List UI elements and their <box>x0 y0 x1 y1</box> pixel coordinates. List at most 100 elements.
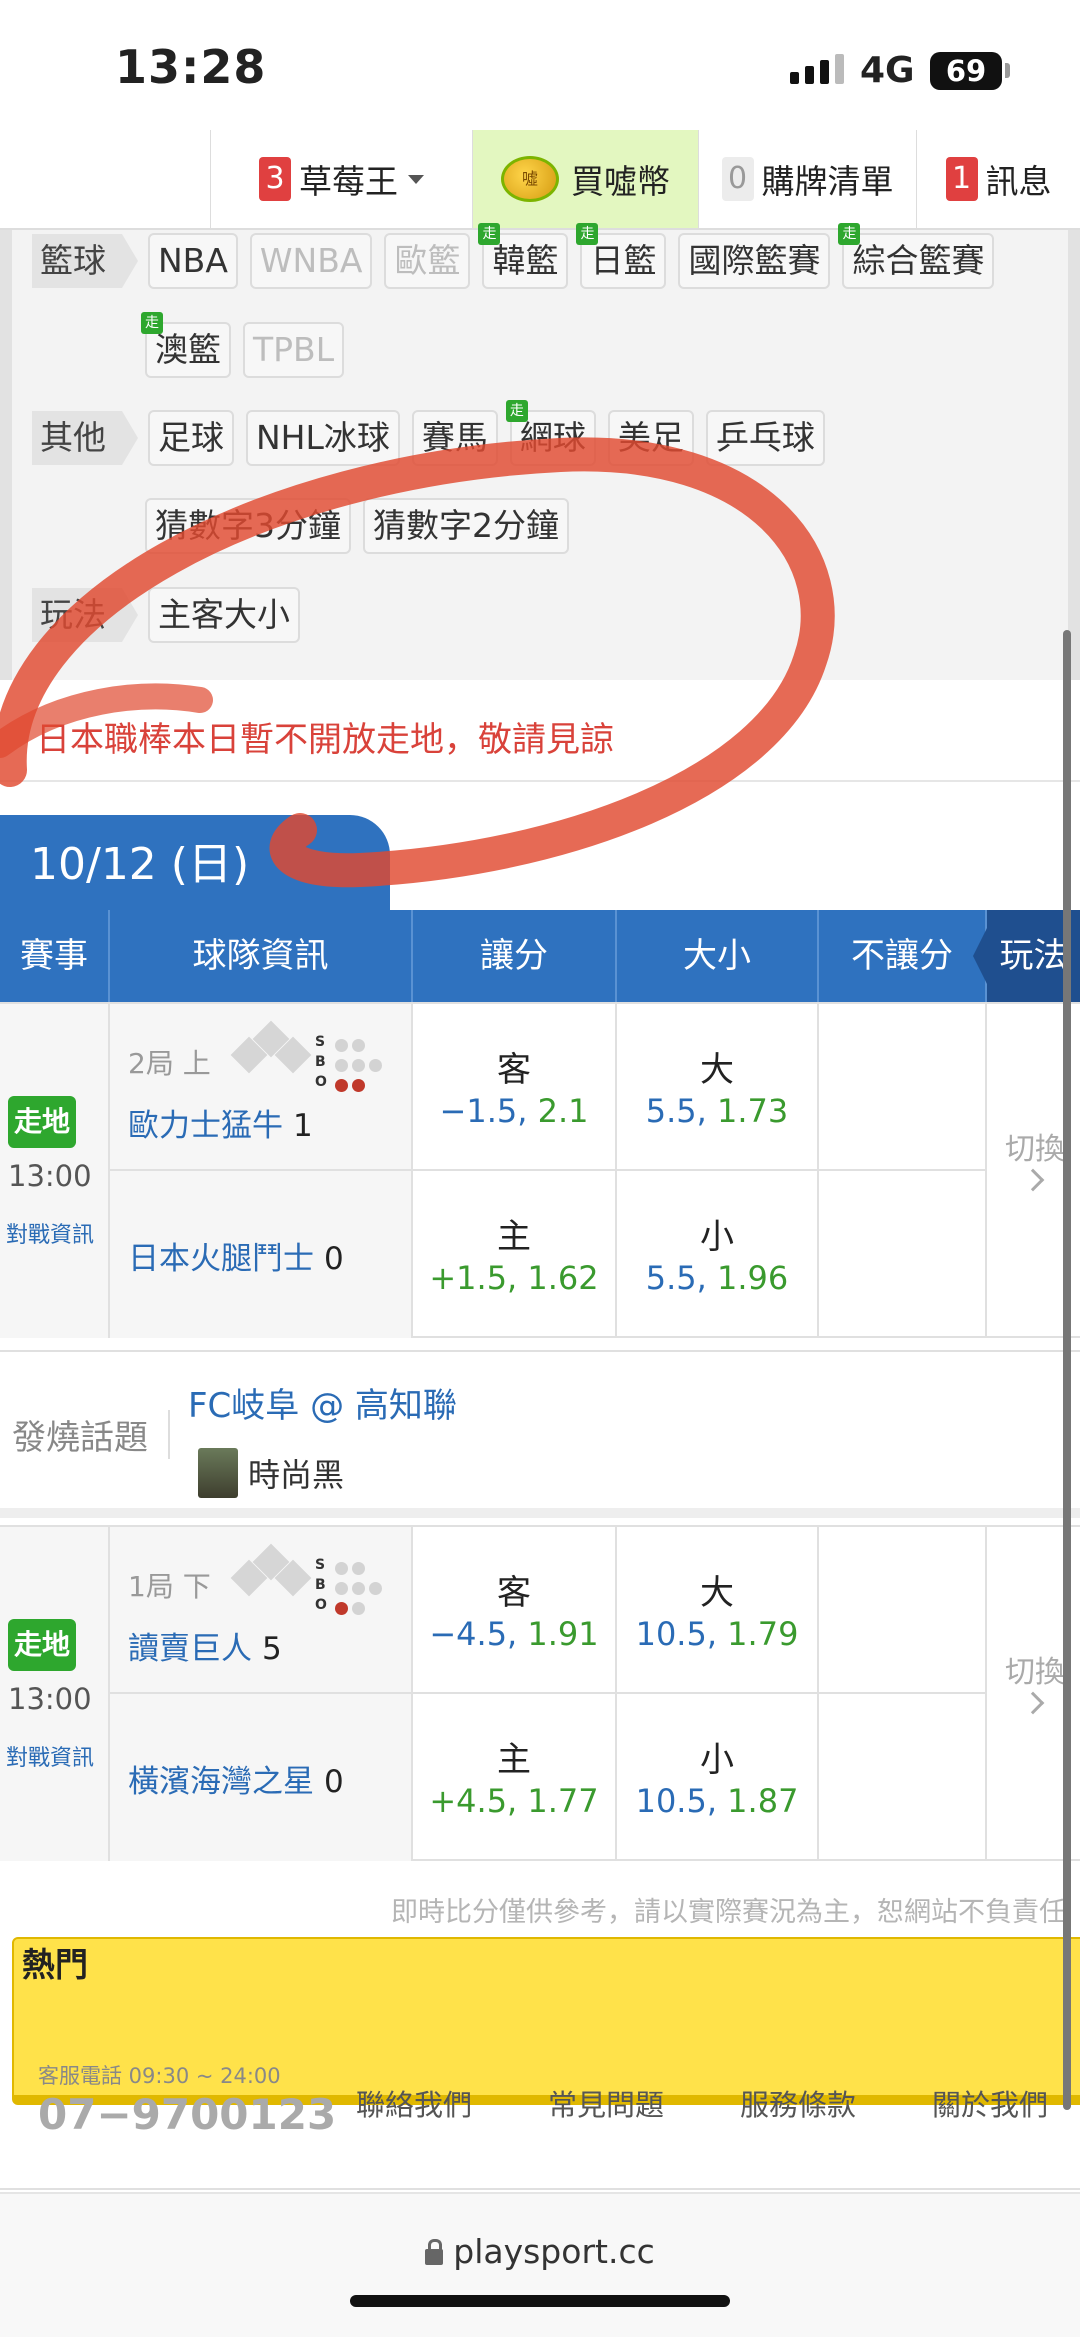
chevron-down-icon <box>408 174 424 184</box>
moneyline-cell <box>819 1527 987 1694</box>
chip-nhl[interactable]: NHL冰球 <box>246 410 400 466</box>
chip-misc-basketball[interactable]: 走綜合籃賽 <box>838 223 995 289</box>
footer-link-terms[interactable]: 服務條款 <box>740 2082 856 2124</box>
live-walk-icon: 走 <box>505 400 528 422</box>
home-score: 0 <box>324 1764 344 1800</box>
moneyline-cell <box>819 1004 987 1171</box>
chip-intl-basketball[interactable]: 國際籃賽 <box>678 233 831 289</box>
away-team-name[interactable]: 歐力士猛牛 1 <box>128 1100 313 1145</box>
play-label: 玩法 <box>32 588 138 642</box>
service-hours: 客服電話 09:30 ~ 24:00 <box>38 2064 281 2088</box>
signal-icon <box>790 54 844 84</box>
game-time: 13:00 <box>8 1159 92 1193</box>
game-row: 走地 13:00 對戰資訊 2局 上 SBO 歐力士猛牛 1 日本火腿鬥士 0 客 … <box>0 1002 1080 1338</box>
chip-bleague[interactable]: 走日籃 <box>576 223 667 289</box>
url-text: playsport.cc <box>453 2232 655 2271</box>
hot-topic-title[interactable]: FC岐阜 @ 高知聯 <box>188 1378 457 1427</box>
sport-filter-panel: 籃球 NBA WNBA 歐籃 走韓籃 走日籃 國際籃賽 走綜合籃賽 走澳籃 TP… <box>0 223 1080 2105</box>
other-row-2: 猜數字3分鐘 猜數字2分鐘 <box>145 498 581 554</box>
chip-football[interactable]: 美足 <box>607 410 694 466</box>
buy-coin-button[interactable]: 噓 買噓幣 <box>472 130 698 228</box>
chip-guess-2min[interactable]: 猜數字2分鐘 <box>363 498 569 554</box>
away-score: 5 <box>262 1631 282 1667</box>
lock-icon <box>425 2239 444 2265</box>
live-notice: 日本職棒本日暫不開放走地，敬請見諒 <box>36 720 614 760</box>
messages-button[interactable]: 1 訊息 <box>916 130 1080 228</box>
home-indicator[interactable] <box>350 2295 730 2307</box>
spread-home-odds[interactable]: 主 +4.5, 1.77 <box>413 1694 617 1861</box>
matchup-info-link[interactable]: 對戰資訊 <box>6 1217 94 1249</box>
chip-tpbl[interactable]: TPBL <box>243 322 345 378</box>
chip-kbl[interactable]: 走韓籃 <box>478 223 569 289</box>
sbo-letters: SBO <box>315 1034 327 1090</box>
hot-topic-author[interactable]: 時尚黑 <box>198 1448 344 1498</box>
game-meta: 走地 13:00 對戰資訊 <box>0 1004 110 1338</box>
basketball-row: 籃球 NBA WNBA 歐籃 走韓籃 走日籃 國際籃賽 走綜合籃賽 <box>12 223 1006 289</box>
spread-home-odds[interactable]: 主 +1.5, 1.62 <box>413 1171 617 1338</box>
cart-label: 購牌清單 <box>761 162 894 201</box>
footer-link-faq[interactable]: 常見問題 <box>548 2082 664 2124</box>
away-team-name[interactable]: 讀賣巨人 5 <box>128 1623 282 1668</box>
sbo-count-icon <box>335 1035 382 1095</box>
total-under-odds[interactable]: 小 10.5, 1.87 <box>617 1694 819 1861</box>
moneyline-cell <box>819 1171 987 1338</box>
total-over-odds[interactable]: 大 5.5, 1.73 <box>617 1004 819 1171</box>
browser-url-bar[interactable]: playsport.cc <box>0 2192 1080 2337</box>
battery-icon: 69 <box>930 52 1002 90</box>
chip-table-tennis[interactable]: 乒乓球 <box>705 410 825 466</box>
header-total: 大小 <box>617 910 819 1002</box>
other-row: 其他 足球 NHL冰球 賽馬 走網球 美足 乒乓球 <box>12 400 837 466</box>
chip-home-away-total[interactable]: 主客大小 <box>148 587 300 643</box>
chip-guess-3min[interactable]: 猜數字3分鐘 <box>145 498 351 554</box>
switch-button[interactable]: 切換 <box>1005 1124 1065 1168</box>
scrollbar[interactable] <box>1063 630 1071 2110</box>
divider <box>0 780 1080 782</box>
live-walk-icon: 走 <box>478 223 501 245</box>
status-bar: 13:28 4G 69 <box>0 0 1080 130</box>
live-badge: 走地 <box>8 1619 77 1671</box>
cart-button[interactable]: 0 購牌清單 <box>698 130 916 228</box>
table-header: 賽事 球隊資訊 讓分 大小 不讓分 玩法 <box>0 910 1080 1002</box>
total-under-odds[interactable]: 小 5.5, 1.96 <box>617 1171 819 1338</box>
service-phone[interactable]: 07−9700123 <box>38 2090 336 2139</box>
date-tab[interactable]: 10/12 (日) <box>0 815 390 915</box>
chip-horse-racing[interactable]: 賽馬 <box>411 410 498 466</box>
spread-away-odds[interactable]: 客 −4.5, 1.91 <box>413 1527 617 1694</box>
game-meta: 走地 13:00 對戰資訊 <box>0 1527 110 1861</box>
footer: 客服電話 09:30 ~ 24:00 07−9700123 聯絡我們 常見問題 … <box>0 2040 1080 2190</box>
matchup-info-link[interactable]: 對戰資訊 <box>6 1740 94 1772</box>
switch-button[interactable]: 切換 <box>1005 1647 1065 1691</box>
chip-eurobasket[interactable]: 歐籃 <box>384 233 471 289</box>
footer-link-contact[interactable]: 聯絡我們 <box>356 2082 472 2124</box>
total-over-odds[interactable]: 大 10.5, 1.79 <box>617 1527 819 1694</box>
disclaimer: 即時比分僅供參考，請以實際賽況為主，恕網站不負責任 <box>391 1897 1066 1928</box>
hot-topic: 發燒話題 FC岐阜 @ 高知聯 時尚黑 <box>0 1350 1080 1518</box>
url-display: playsport.cc <box>0 2232 1080 2271</box>
chip-tennis[interactable]: 走網球 <box>505 400 596 466</box>
status-time: 13:28 <box>115 40 267 94</box>
live-walk-icon: 走 <box>838 223 861 245</box>
home-team-name[interactable]: 橫濱海灣之星 0 <box>128 1756 344 1801</box>
footer-link-about[interactable]: 關於我們 <box>932 2082 1048 2124</box>
chip-soccer[interactable]: 足球 <box>148 410 234 466</box>
home-team-name[interactable]: 日本火腿鬥士 0 <box>128 1233 344 1278</box>
messages-label: 訊息 <box>985 162 1052 201</box>
inning-status: 2局 上 <box>128 1047 211 1080</box>
away-score: 1 <box>293 1108 313 1144</box>
user-name: 草莓王 <box>299 162 398 201</box>
coin-icon: 噓 <box>501 156 559 202</box>
play-row: 玩法 熱門 主客大小 <box>12 587 1080 2105</box>
spread-away-odds[interactable]: 客 −1.5, 2.1 <box>413 1004 617 1171</box>
home-team-cell: 橫濱海灣之星 0 <box>110 1694 413 1861</box>
basketball-label: 籃球 <box>32 234 138 288</box>
user-level-badge: 3 <box>259 157 291 201</box>
game-time: 13:00 <box>8 1682 92 1716</box>
buy-coin-label: 買噓幣 <box>571 162 670 201</box>
live-walk-icon: 走 <box>141 312 163 334</box>
battery-tip <box>1005 63 1010 78</box>
user-menu[interactable]: 3 草莓王 <box>210 130 472 228</box>
message-count-badge: 1 <box>945 157 978 201</box>
chip-wnba[interactable]: WNBA <box>249 233 373 289</box>
chip-nbl[interactable]: 走澳籃 <box>141 312 231 378</box>
chip-nba[interactable]: NBA <box>148 233 238 289</box>
